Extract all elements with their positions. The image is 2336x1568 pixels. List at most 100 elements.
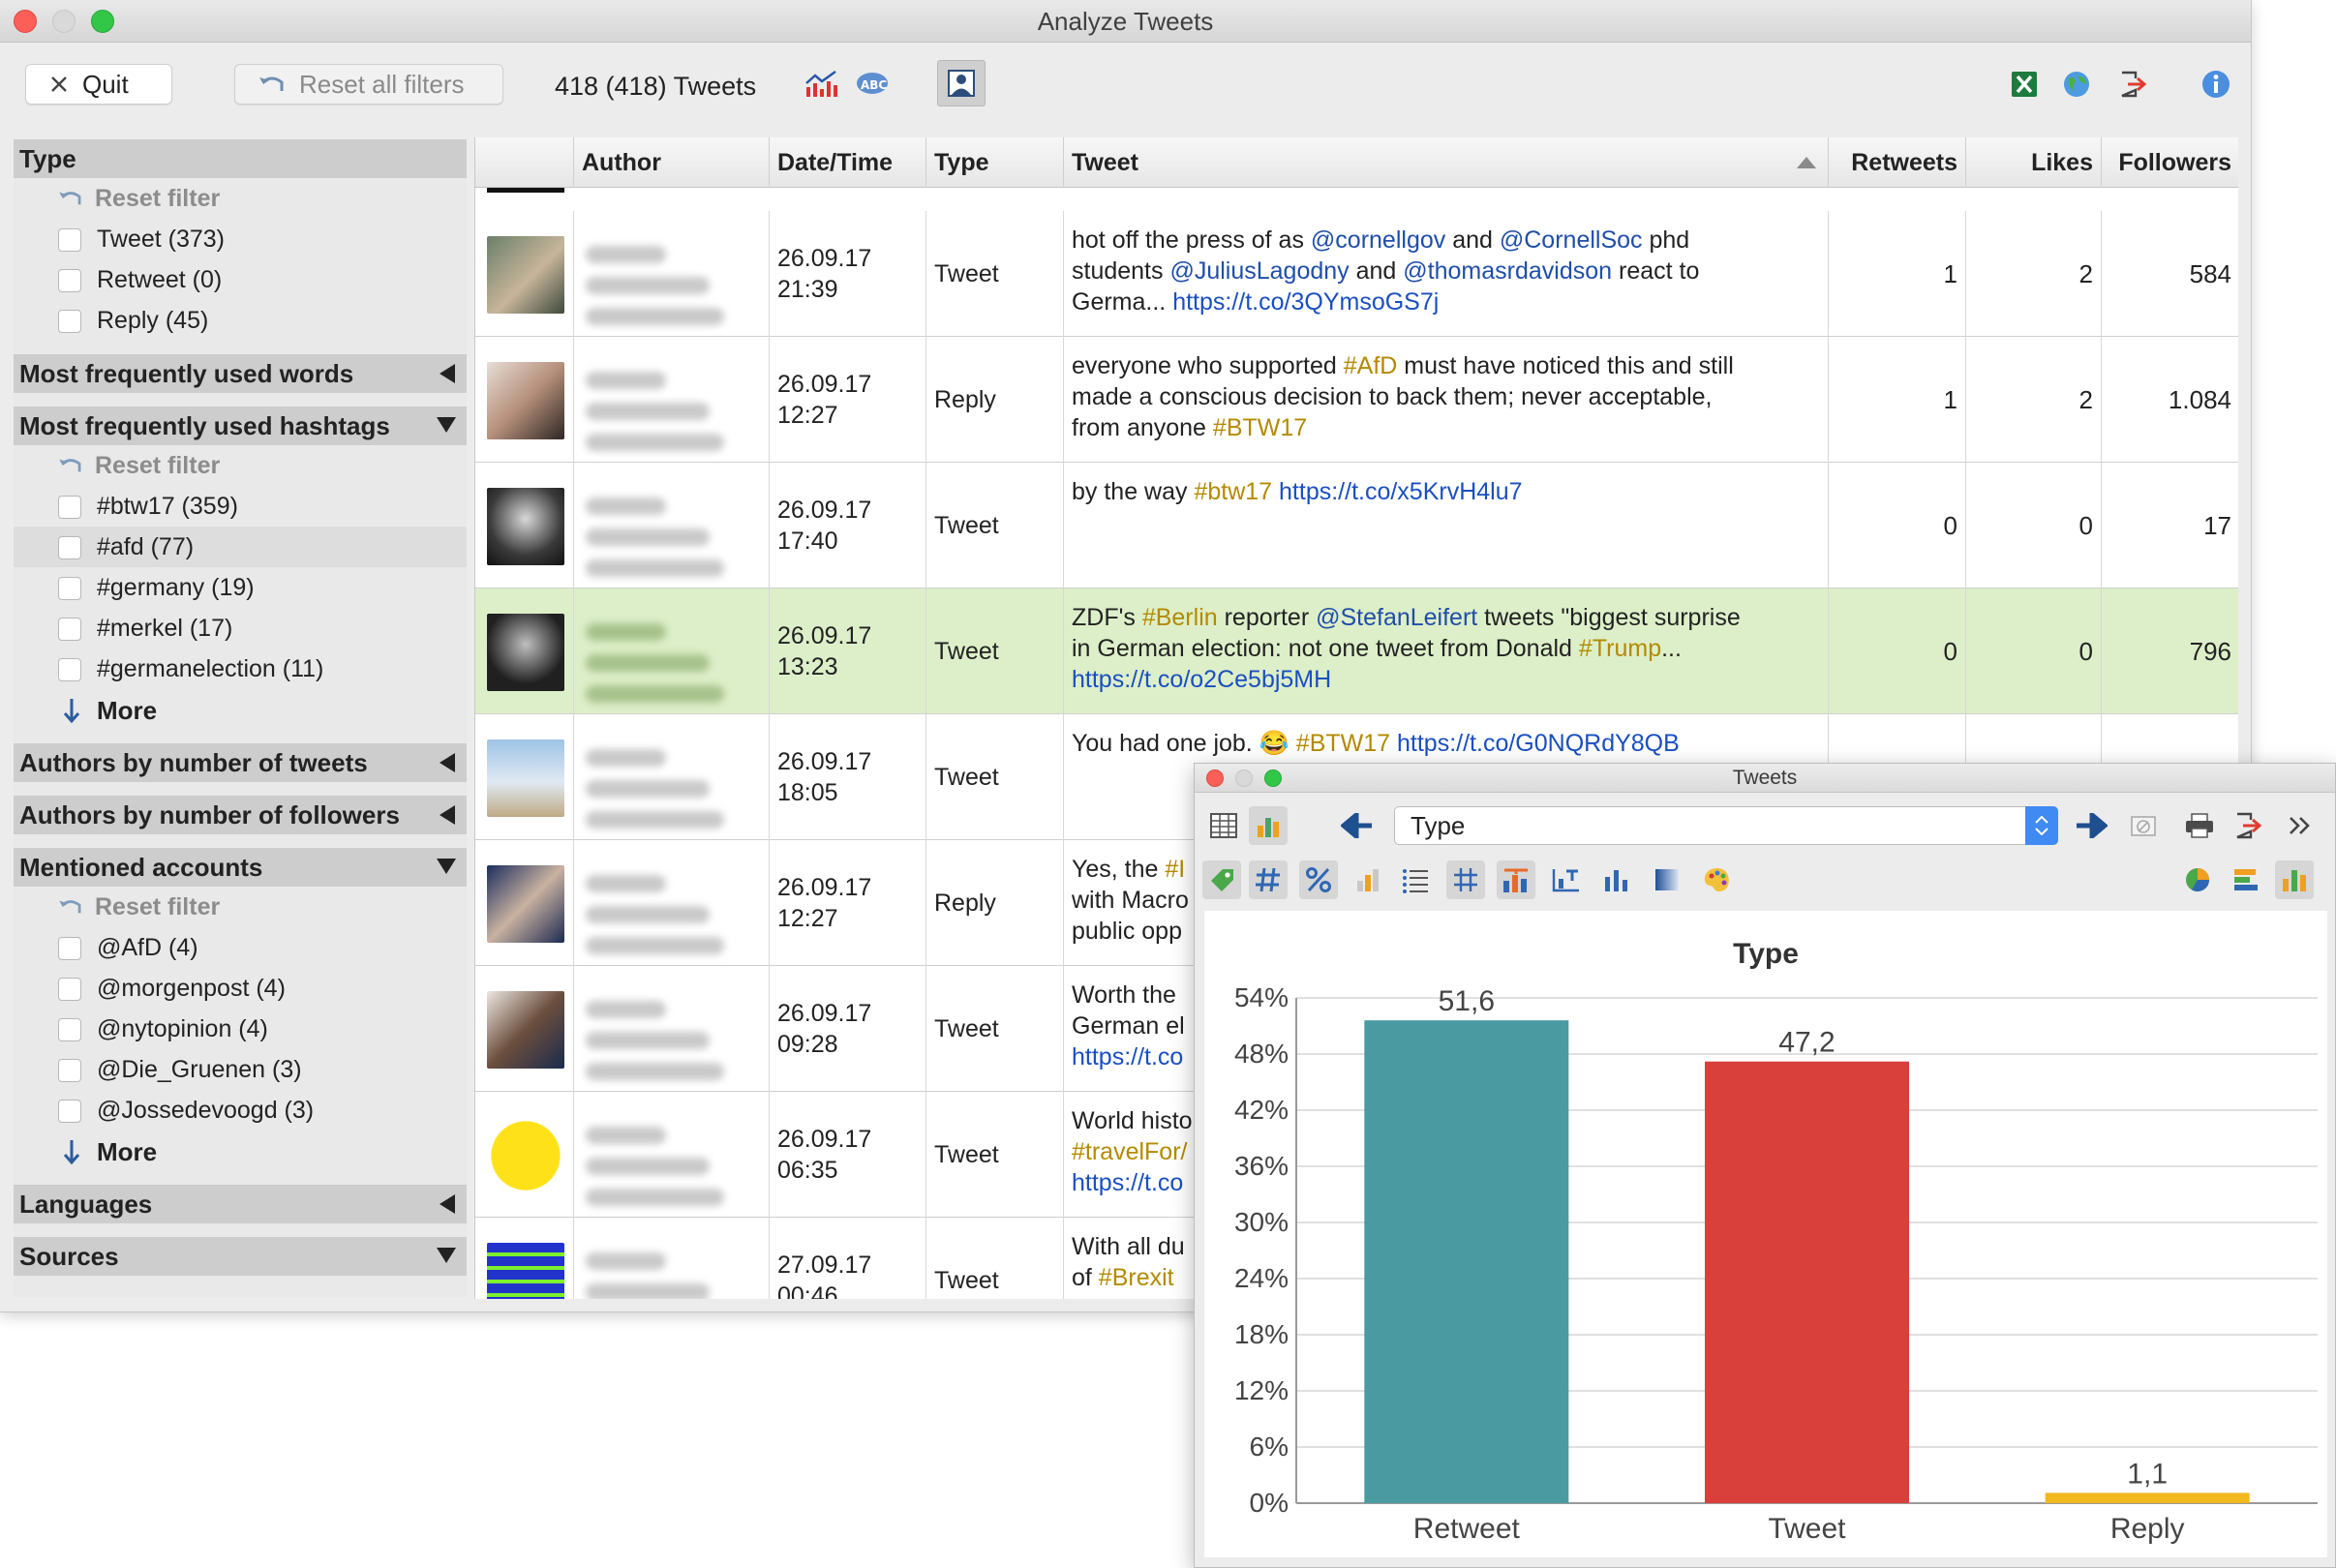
tweet-link[interactable]: https://t.co bbox=[1072, 1043, 1183, 1070]
zoom-window-button[interactable] bbox=[1264, 769, 1282, 787]
minimize-window-button[interactable] bbox=[52, 10, 76, 33]
hashtag-item[interactable]: #germany (19) bbox=[14, 567, 467, 608]
gradient-icon[interactable] bbox=[1648, 860, 1686, 899]
column-chart-icon[interactable] bbox=[2275, 860, 2314, 899]
tweet-link[interactable]: https://t.co bbox=[1072, 1169, 1183, 1196]
column-header-followers[interactable]: Followers bbox=[2102, 137, 2238, 188]
avatar[interactable] bbox=[487, 362, 564, 439]
select-stepper-icon[interactable] bbox=[2025, 806, 2058, 845]
stacked-bar-icon[interactable] bbox=[2227, 860, 2265, 899]
print-icon[interactable] bbox=[2180, 806, 2219, 845]
percent-icon[interactable] bbox=[1299, 860, 1338, 899]
languages-filter-header[interactable]: Languages bbox=[14, 1185, 467, 1223]
checkbox[interactable] bbox=[58, 978, 81, 1001]
pie-chart-icon[interactable] bbox=[2178, 860, 2217, 899]
avatar[interactable] bbox=[487, 236, 564, 314]
checkbox[interactable] bbox=[58, 618, 81, 641]
author-cell[interactable] bbox=[574, 463, 770, 588]
hashtags-reset-filter[interactable]: Reset filter bbox=[14, 445, 467, 486]
avatar[interactable] bbox=[487, 739, 564, 817]
avatar[interactable] bbox=[487, 1117, 564, 1194]
hashtag-item[interactable]: #afd (77) bbox=[14, 527, 467, 567]
word-cloud-icon[interactable]: ABC bbox=[852, 64, 893, 105]
globe-icon[interactable] bbox=[2056, 64, 2097, 105]
grid-icon[interactable] bbox=[1446, 860, 1485, 899]
hashtags-more-button[interactable]: More bbox=[14, 689, 467, 732]
export-icon[interactable] bbox=[2112, 64, 2153, 105]
no-filter-icon[interactable] bbox=[2124, 806, 2163, 845]
quit-button[interactable]: Quit bbox=[25, 64, 172, 105]
export-icon[interactable] bbox=[2229, 806, 2267, 845]
mention-item[interactable]: @AfD (4) bbox=[14, 927, 467, 968]
avatar[interactable] bbox=[487, 614, 564, 691]
author-cell[interactable] bbox=[574, 337, 770, 463]
avatar[interactable] bbox=[487, 488, 564, 565]
color-palette-icon[interactable] bbox=[1698, 860, 1737, 899]
table-row[interactable]: 26.09.17 17:40 Tweet by the way #btw17 http… bbox=[475, 463, 2238, 588]
list-icon[interactable] bbox=[1396, 860, 1435, 899]
hashtag-item[interactable]: #germanelection (11) bbox=[14, 648, 467, 689]
column-header-avatar[interactable] bbox=[475, 137, 574, 188]
hashtag-item[interactable]: #merkel (17) bbox=[14, 608, 467, 648]
hashtags-filter-header[interactable]: Most frequently used hashtags bbox=[14, 407, 467, 445]
checkbox[interactable] bbox=[58, 310, 81, 333]
chart-icon[interactable] bbox=[802, 64, 842, 105]
checkbox[interactable] bbox=[58, 1018, 81, 1041]
cumulative-icon[interactable] bbox=[1350, 860, 1388, 899]
tweet-mention[interactable]: @thomasrdavidson bbox=[1403, 257, 1612, 285]
author-cell[interactable] bbox=[574, 1218, 770, 1299]
author-cell[interactable] bbox=[574, 840, 770, 966]
column-header-retweets[interactable]: Retweets bbox=[1829, 137, 1966, 188]
mention-item[interactable]: @nytopinion (4) bbox=[14, 1009, 467, 1049]
author-cell[interactable] bbox=[574, 714, 770, 840]
avatar[interactable] bbox=[487, 991, 564, 1069]
tweet-mention[interactable]: @cornellgov bbox=[1311, 226, 1445, 254]
column-header-tweet[interactable]: Tweet bbox=[1064, 137, 1829, 188]
tweet-mention[interactable]: @StefanLeifert bbox=[1316, 604, 1477, 631]
mentions-filter-header[interactable]: Mentioned accounts bbox=[14, 848, 467, 887]
sources-filter-header[interactable]: Sources bbox=[14, 1237, 467, 1276]
type-item-retweet[interactable]: Retweet (0) bbox=[14, 259, 467, 300]
table-row[interactable]: 26.09.17 13:23 Tweet ZDF's #Berlin reporter… bbox=[475, 588, 2238, 714]
tweet-link[interactable]: https://t.co/G0NQRdY8QB bbox=[1397, 730, 1680, 757]
mentions-more-button[interactable]: More bbox=[14, 1131, 467, 1173]
checkbox[interactable] bbox=[58, 937, 81, 960]
value-labels-icon[interactable] bbox=[1497, 860, 1535, 899]
tweet-link[interactable]: https://t.co/o2Ce5bj5MH bbox=[1072, 666, 1331, 693]
words-filter-header[interactable]: Most frequently used words bbox=[14, 354, 467, 393]
mention-item[interactable]: @morgenpost (4) bbox=[14, 968, 467, 1009]
checkbox[interactable] bbox=[58, 658, 81, 681]
tweet-link[interactable]: https://t.co/x5KrvH4lu7 bbox=[1279, 478, 1523, 505]
checkbox[interactable] bbox=[58, 496, 81, 519]
info-icon[interactable] bbox=[2196, 64, 2236, 105]
author-cell[interactable] bbox=[574, 1092, 770, 1218]
checkbox[interactable] bbox=[58, 536, 81, 559]
tweet-hashtag[interactable]: #travelFor/ bbox=[1072, 1138, 1187, 1165]
checkbox[interactable] bbox=[58, 1059, 81, 1082]
variable-select[interactable]: Type bbox=[1394, 806, 2058, 845]
column-header-likes[interactable]: Likes bbox=[1966, 137, 2102, 188]
checkbox[interactable] bbox=[58, 269, 81, 292]
arrow-left-icon[interactable] bbox=[1338, 806, 1377, 845]
tweet-mention[interactable]: @JuliusLagodny bbox=[1169, 257, 1349, 285]
authors-tweets-filter-header[interactable]: Authors by number of tweets bbox=[14, 743, 467, 782]
type-item-reply[interactable]: Reply (45) bbox=[14, 300, 467, 341]
tag-icon[interactable] bbox=[1202, 860, 1241, 899]
table-view-icon[interactable] bbox=[1204, 806, 1243, 845]
chart-view-icon[interactable] bbox=[1249, 806, 1288, 845]
user-profile-icon[interactable] bbox=[937, 60, 986, 106]
hashtag-item[interactable]: #btw17 (359) bbox=[14, 486, 467, 527]
close-window-button[interactable] bbox=[1206, 769, 1224, 787]
excel-export-icon[interactable] bbox=[2004, 64, 2045, 105]
type-item-tweet[interactable]: Tweet (373) bbox=[14, 219, 467, 259]
checkbox[interactable] bbox=[58, 228, 81, 252]
arrow-right-icon[interactable] bbox=[2072, 806, 2110, 845]
avatar[interactable] bbox=[487, 1243, 564, 1299]
type-reset-filter[interactable]: Reset filter bbox=[14, 178, 467, 219]
column-header-author[interactable]: Author bbox=[574, 137, 770, 188]
table-row[interactable]: 26.09.17 21:39 Tweet hot off the press of a… bbox=[475, 211, 2238, 337]
checkbox[interactable] bbox=[58, 577, 81, 600]
author-cell[interactable] bbox=[574, 966, 770, 1092]
tweet-link[interactable]: https://t.co/3QYmsoGS7j bbox=[1172, 288, 1439, 316]
tweet-hashtag[interactable]: #BTW17 bbox=[1296, 730, 1390, 757]
